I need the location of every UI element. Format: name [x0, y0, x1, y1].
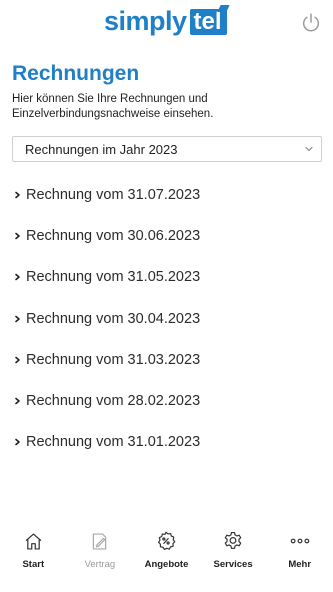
invoice-label: Rechnung vom 31.01.2023: [26, 434, 201, 451]
invoice-label: Rechnung vom 31.03.2023: [26, 351, 201, 368]
year-select-value: Rechnungen im Jahr 2023: [25, 141, 178, 157]
chevron-right-icon: [14, 396, 24, 406]
invoice-item[interactable]: Rechnung vom 30.04.2023: [0, 298, 333, 339]
more-icon: [289, 530, 311, 552]
invoice-label: Rechnung vom 31.05.2023: [26, 269, 201, 286]
gear-icon: [222, 530, 244, 552]
logo-text-simply: simply: [104, 6, 187, 36]
page-title: Rechnungen: [12, 62, 140, 85]
tab-label: Start: [22, 559, 45, 570]
simplytel-logo[interactable]: simply tel: [104, 6, 227, 36]
invoice-item[interactable]: Rechnung vom 30.06.2023: [0, 215, 333, 256]
invoice-item[interactable]: Rechnung vom 31.07.2023: [0, 174, 333, 215]
tab-angebote[interactable]: Angebote: [133, 522, 200, 578]
logo-text-tel: tel: [189, 9, 227, 35]
chevron-right-icon: [14, 231, 24, 241]
tab-start[interactable]: Start: [0, 522, 67, 578]
tab-label: Angebote: [144, 559, 189, 570]
chevron-right-icon: [14, 190, 24, 200]
year-select[interactable]: Rechnungen im Jahr 2023: [12, 136, 322, 162]
tab-vertrag[interactable]: Vertrag: [67, 522, 134, 578]
invoice-label: Rechnung vom 31.07.2023: [26, 186, 201, 203]
chevron-down-icon: [305, 146, 313, 152]
invoice-label: Rechnung vom 30.04.2023: [26, 310, 201, 327]
invoice-item[interactable]: Rechnung vom 28.02.2023: [0, 380, 333, 421]
tab-label: Services: [213, 559, 253, 570]
invoice-label: Rechnung vom 30.06.2023: [26, 227, 201, 244]
tab-mehr[interactable]: Mehr: [266, 522, 333, 578]
chevron-right-icon: [14, 355, 24, 365]
page-intro: Hier können Sie Ihre Rechnungen und Einz…: [12, 93, 214, 120]
chevron-right-icon: [14, 437, 24, 447]
logout-button[interactable]: [298, 10, 324, 36]
invoice-item[interactable]: Rechnung vom 31.05.2023: [0, 257, 333, 298]
contract-icon: [89, 530, 111, 552]
offer-badge-icon: [155, 530, 177, 552]
tab-label: Vertrag: [84, 559, 116, 570]
app-header: simply tel: [0, 0, 333, 52]
tab-label: Mehr: [288, 559, 312, 570]
invoice-list: Rechnung vom 31.07.2023 Rechnung vom 30.…: [0, 174, 333, 463]
home-icon: [22, 530, 44, 552]
chevron-right-icon: [14, 314, 24, 324]
power-icon: [302, 13, 320, 32]
invoice-label: Rechnung vom 28.02.2023: [26, 393, 201, 410]
invoice-item[interactable]: Rechnung vom 31.01.2023: [0, 422, 333, 463]
invoice-item[interactable]: Rechnung vom 31.03.2023: [0, 339, 333, 380]
tab-services[interactable]: Services: [200, 522, 267, 578]
chevron-right-icon: [14, 272, 24, 282]
bottom-tab-bar: Start Vertrag Angebote Services Mehr: [0, 522, 333, 578]
